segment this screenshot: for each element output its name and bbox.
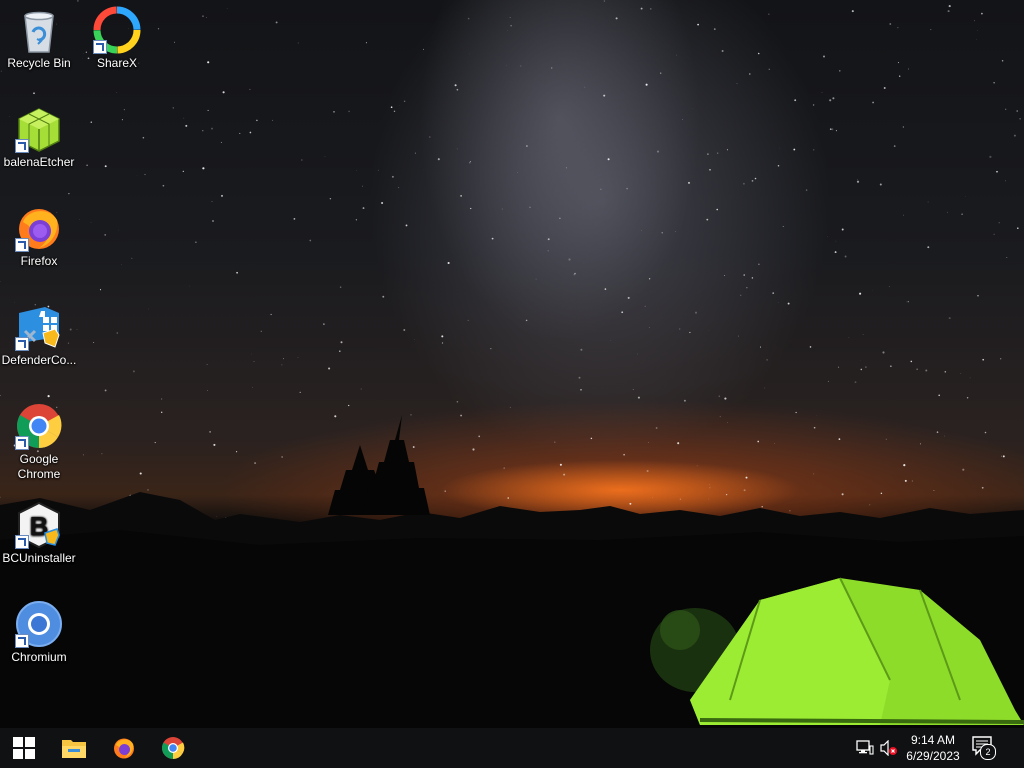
firefox-icon <box>114 738 134 759</box>
desktop-icon-bcuninstaller[interactable]: B BCUninstaller <box>1 501 77 566</box>
volume-muted-icon[interactable] <box>880 740 898 756</box>
desktop-icon-label: Recycle Bin <box>7 56 71 70</box>
taskbar: 9:14 AM 6/29/2023 2 <box>0 728 1024 768</box>
network-icon[interactable] <box>856 740 874 756</box>
desktop-icon-recycle-bin[interactable]: Recycle Bin <box>1 6 77 71</box>
taskbar-firefox-button[interactable] <box>100 728 148 768</box>
desktop[interactable]: Recycle Bin ShareX balenaEtcher Firefox … <box>0 0 1024 728</box>
taskbar-clock[interactable]: 9:14 AM 6/29/2023 <box>900 732 966 764</box>
desktop-icon-label: DefenderCo... <box>1 353 77 367</box>
firefox-icon <box>15 204 63 252</box>
desktop-icon-firefox[interactable]: Firefox <box>1 204 77 269</box>
desktop-icon-defender-control[interactable]: DefenderCo... <box>1 303 77 368</box>
shortcut-arrow-icon <box>15 535 29 549</box>
desktop-icon-balena-etcher[interactable]: balenaEtcher <box>1 105 77 170</box>
action-center-button[interactable]: 2 <box>972 736 996 760</box>
file-explorer-icon <box>62 740 86 758</box>
bcuninstaller-icon: B <box>15 501 63 549</box>
shortcut-arrow-icon <box>15 436 29 450</box>
wallpaper-landscape <box>0 415 1024 728</box>
chrome-icon <box>15 402 63 450</box>
shortcut-arrow-icon <box>93 40 107 54</box>
shortcut-arrow-icon <box>15 337 29 351</box>
desktop-icon-label: Firefox <box>20 254 58 268</box>
balena-etcher-icon <box>15 105 63 153</box>
defender-control-icon <box>15 303 63 351</box>
desktop-icon-label: ShareX <box>96 56 138 70</box>
chromium-icon <box>15 600 63 648</box>
notification-count-badge: 2 <box>980 744 996 760</box>
recycle-bin-icon <box>15 6 63 54</box>
desktop-icon-label: Google Chrome <box>17 452 61 481</box>
shortcut-arrow-icon <box>15 634 29 648</box>
desktop-icon-label: balenaEtcher <box>3 155 75 169</box>
taskbar-file-explorer-button[interactable] <box>50 728 98 768</box>
shortcut-arrow-icon <box>15 139 29 153</box>
windows-start-icon <box>13 737 35 759</box>
clock-time: 9:14 AM <box>910 733 956 747</box>
desktop-icon-sharex[interactable]: ShareX <box>79 6 155 71</box>
desktop-icon-chromium[interactable]: Chromium <box>1 600 77 665</box>
desktop-icon-google-chrome[interactable]: Google Chrome <box>1 402 77 482</box>
clock-date: 6/29/2023 <box>906 749 960 763</box>
taskbar-chrome-button[interactable] <box>149 728 197 768</box>
desktop-icon-label: BCUninstaller <box>2 551 76 565</box>
shortcut-arrow-icon <box>15 238 29 252</box>
start-button[interactable] <box>0 728 48 768</box>
desktop-icon-label: Chromium <box>11 650 67 664</box>
chrome-icon <box>162 737 185 759</box>
sharex-icon <box>93 6 141 54</box>
